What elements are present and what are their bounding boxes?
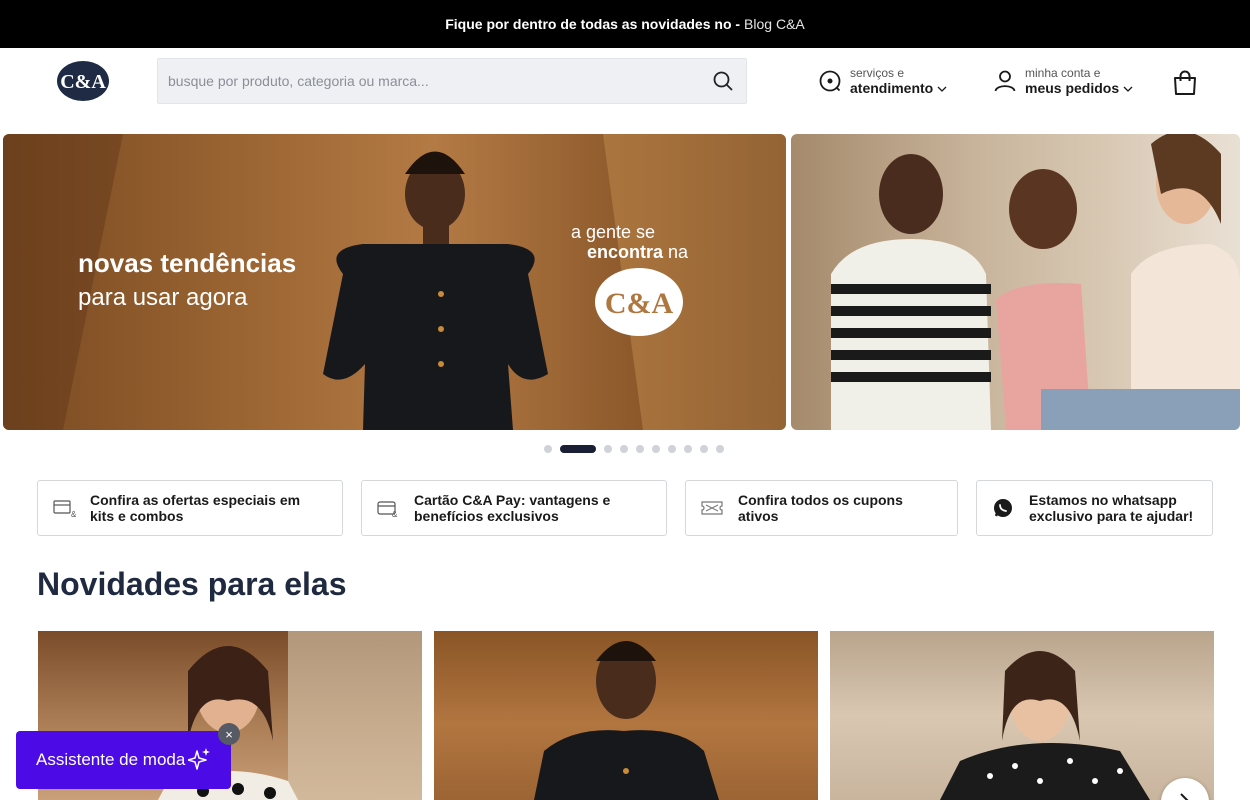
secondary-banner-image [831, 134, 1240, 430]
logo-text: C&A [60, 71, 106, 93]
benefit-card-offers[interactable]: & Confira as ofertas especiais em kits e… [37, 480, 343, 536]
product-card[interactable] [830, 631, 1214, 800]
benefit-card-card-pay[interactable]: & Cartão C&A Pay: vantagens e benefícios… [361, 480, 667, 536]
hero-brand-logo: C&A [595, 268, 683, 336]
carousel-dots [544, 445, 724, 453]
announcement-text: Fique por dentro de todas as novidades n… [445, 16, 741, 32]
services-label: atendimento [850, 80, 934, 96]
sparkle-icon [188, 748, 210, 770]
support-icon [819, 70, 841, 92]
services-small-label: serviços e [850, 66, 905, 80]
product-image [940, 651, 1150, 800]
product-card[interactable] [434, 631, 818, 800]
benefit-label: Confira todos os cupons ativos [738, 492, 903, 524]
hero-tagline-bold: encontra [587, 242, 664, 262]
chevron-down-icon [937, 86, 947, 92]
carousel-dot-active[interactable] [560, 445, 596, 453]
carousel-dot[interactable] [700, 445, 708, 453]
carousel-dot[interactable] [716, 445, 724, 453]
benefit-label: Estamos no whatsapp exclusivo para te aj… [1029, 492, 1194, 524]
carousel-dot[interactable] [620, 445, 628, 453]
fashion-assistant-button[interactable]: Assistente de moda [16, 731, 231, 789]
carousel-dot[interactable] [668, 445, 676, 453]
hero-tagline-rest: na [668, 242, 689, 262]
carousel-dot[interactable] [544, 445, 552, 453]
assistant-label: Assistente de moda [36, 750, 186, 769]
svg-text:&: & [71, 510, 76, 518]
search-icon[interactable] [712, 70, 734, 92]
announcement-bar: Fique por dentro de todas as novidades n… [0, 0, 1250, 48]
assistant-close-button[interactable]: × [218, 723, 240, 745]
hero-headline: novas tendências [78, 248, 297, 278]
hero-tagline-2: encontra na [587, 242, 688, 263]
user-icon [994, 70, 1016, 92]
search-input[interactable] [168, 59, 688, 103]
benefit-card-coupons[interactable]: Confira todos os cupons ativos [685, 480, 958, 536]
benefit-label: Confira as ofertas especiais em kits e c… [90, 492, 301, 524]
section-title: Novidades para elas [37, 566, 347, 602]
hero-tagline-1: a gente se [571, 222, 656, 242]
services-menu[interactable]: serviços e atendimento [818, 64, 947, 98]
benefit-label: Cartão C&A Pay: vantagens e benefícios e… [414, 492, 611, 524]
chevron-down-icon [1123, 86, 1133, 92]
brand-logo[interactable]: C&A [56, 60, 112, 102]
carousel-dot[interactable] [604, 445, 612, 453]
benefit-card-whatsapp[interactable]: Estamos no whatsapp exclusivo para te aj… [976, 480, 1213, 536]
chevron-right-icon [1180, 793, 1189, 800]
shopping-bag-icon[interactable] [1171, 69, 1199, 97]
account-menu[interactable]: minha conta e meus pedidos [993, 64, 1133, 98]
account-label: meus pedidos [1025, 80, 1120, 96]
coupon-icon [701, 501, 723, 515]
svg-text:&: & [392, 510, 398, 518]
credit-card-icon: & [377, 501, 398, 518]
blog-link[interactable]: Blog C&A [744, 16, 805, 32]
search-bar [157, 58, 747, 104]
price-tag-icon: & [53, 500, 76, 518]
carousel-dot[interactable] [636, 445, 644, 453]
secondary-banner[interactable] [791, 134, 1240, 430]
hero-subheadline: para usar agora [78, 284, 248, 311]
carousel-dot[interactable] [684, 445, 692, 453]
whatsapp-icon [994, 499, 1012, 517]
benefits-row: & Confira as ofertas especiais em kits e… [37, 480, 1213, 536]
product-image [534, 641, 719, 800]
carousel-dot[interactable] [652, 445, 660, 453]
hero-banner[interactable]: novas tendências para usar agora a gente… [3, 134, 786, 430]
account-small-label: minha conta e [1025, 66, 1101, 80]
hero-logo-text: C&A [605, 287, 674, 320]
